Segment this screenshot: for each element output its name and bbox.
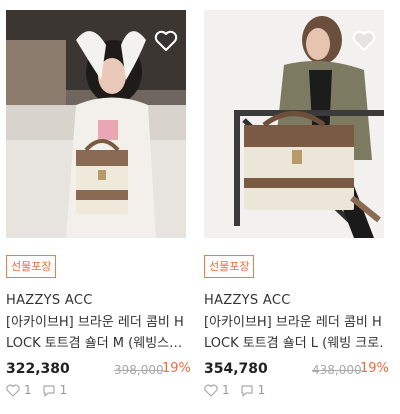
product-title-line-1[interactable]: [아카이브H] 브라운 레더 콤비 H [6,312,184,333]
original-price: 438,000 [312,363,362,377]
reviews-count-group: 1 [42,383,68,397]
product-title[interactable]: [아카이브H] 브라운 레더 콤비 H LOCK 토트겸 숄더 M (웨빙스… [6,312,184,354]
gift-wrap-badge: 선물포장 [6,255,57,278]
heart-icon [204,384,218,397]
product-card-1[interactable]: 선물포장 HAZZYS ACC [아카이브H] 브라운 레더 콤비 H LOCK… [6,0,191,414]
product-title-line-2[interactable]: LOCK 토트겸 숄더 L (웨빙 크로… [204,333,382,354]
comment-icon [241,384,253,397]
discount-rate: 19% [360,361,389,376]
gift-wrap-badge: 선물포장 [204,255,255,278]
likes-count-group: 1 [204,383,230,397]
likes-count-group: 1 [6,383,32,397]
reviews-count: 1 [59,383,68,397]
product-image-2[interactable] [204,10,384,238]
discount-rate: 19% [162,361,191,376]
product-title[interactable]: [아카이브H] 브라운 레더 콤비 H LOCK 토트겸 숄더 L (웨빙 크로… [204,312,382,354]
product-stats: 1 1 [204,382,275,398]
likes-count: 1 [222,383,230,397]
product-stats: 1 1 [6,382,77,398]
likes-count: 1 [24,383,32,397]
sale-price: 354,780 [204,361,268,377]
reviews-count-group: 1 [240,383,266,397]
product-title-line-1[interactable]: [아카이브H] 브라운 레더 콤비 H [204,312,382,333]
product-image-1[interactable] [6,10,186,238]
product-brand[interactable]: HAZZYS ACC [204,293,291,308]
wishlist-heart-icon[interactable] [154,30,178,52]
heart-icon [6,384,20,397]
original-price: 398,000 [114,363,164,377]
reviews-count: 1 [257,383,266,397]
product-card-2[interactable]: 선물포장 HAZZYS ACC [아카이브H] 브라운 레더 콤비 H LOCK… [204,0,389,414]
wishlist-heart-icon[interactable] [352,30,376,52]
product-title-line-2[interactable]: LOCK 토트겸 숄더 M (웨빙스… [6,333,184,354]
sale-price: 322,380 [6,361,70,377]
comment-icon [43,384,55,397]
product-brand[interactable]: HAZZYS ACC [6,293,93,308]
